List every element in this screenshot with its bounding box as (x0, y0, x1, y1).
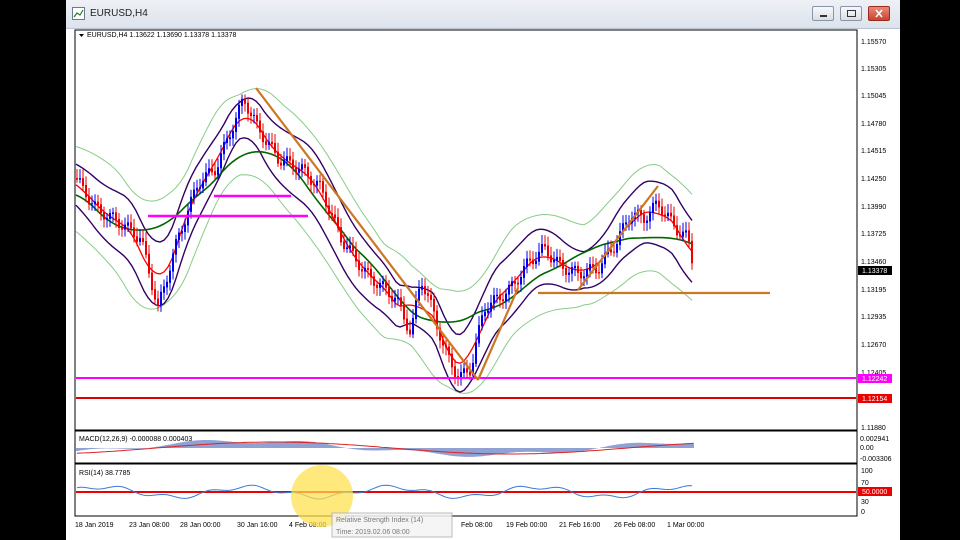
chart-area[interactable]: EURUSD,H4 1.13622 1.13690 1.13378 1.1337… (66, 28, 900, 540)
current-price-label: 1.13378 (862, 268, 887, 275)
main-header: EURUSD,H4 1.13622 1.13690 1.13378 1.1337… (87, 32, 237, 39)
price-axis: 1.15570 1.15305 1.15045 1.14780 1.14515 1.142… (861, 39, 886, 432)
price-tick-label: 1.14250 (861, 176, 886, 183)
close-button[interactable] (868, 6, 890, 21)
macd-header: MACD(12,26,9) -0.000088 0.000403 (79, 436, 192, 443)
macd-tick-label: 0.002941 (860, 436, 889, 443)
price-tick-label: 1.11880 (861, 425, 886, 432)
time-tick-label: 28 Jan 00:00 (180, 522, 221, 529)
title-bar[interactable]: EURUSD,H4 (66, 0, 900, 29)
magenta-level-label: 1.12242 (862, 376, 887, 383)
time-tick-label: 19 Feb 00:00 (506, 522, 547, 529)
rsi-panel[interactable] (74, 463, 858, 517)
rsi-tick-label: 0 (861, 509, 865, 516)
macd-tick-label: 0.00 (860, 445, 874, 452)
price-tick-label: 1.13195 (861, 287, 886, 294)
rsi-level-label: 50.0000 (862, 489, 887, 496)
time-tick-label: 1 Mar 00:00 (667, 522, 704, 529)
window-title: EURUSD,H4 (90, 8, 148, 19)
close-icon (875, 9, 883, 18)
time-tick-label: 26 Feb 08:00 (614, 522, 655, 529)
price-tick-label: 1.14780 (861, 121, 886, 128)
time-tick-label: 23 Jan 08:00 (129, 522, 170, 529)
time-tick-label: Feb 08:00 (461, 522, 493, 529)
rsi-header: RSI(14) 38.7785 (79, 470, 130, 477)
price-tick-label: 1.13990 (861, 204, 886, 211)
price-tick-label: 1.13460 (861, 259, 886, 266)
price-tick-label: 1.12670 (861, 342, 886, 349)
price-tick-label: 1.13725 (861, 231, 886, 238)
price-tick-label: 1.15570 (861, 39, 886, 46)
rsi-tick-label: 100 (861, 468, 873, 475)
macd-tick-label: -0.003306 (860, 456, 892, 463)
minimize-icon (820, 15, 827, 17)
price-tick-label: 1.12935 (861, 314, 886, 321)
chart-window: EURUSD,H4 EURUSD,H4 1.13622 1.13690 1.13… (66, 0, 900, 540)
rsi-tick-label: 30 (861, 499, 869, 506)
rsi-tick-label: 70 (861, 480, 869, 487)
time-tick-label: 21 Feb 16:00 (559, 522, 600, 529)
price-tick-label: 1.15045 (861, 93, 886, 100)
chart-window-icon (72, 7, 85, 20)
price-tick-label: 1.14515 (861, 148, 886, 155)
red-level-label: 1.12154 (862, 396, 887, 403)
tooltip-time: Time: 2019.02.06 08:00 (336, 529, 410, 536)
time-tick-label: 30 Jan 16:00 (237, 522, 278, 529)
minimize-button[interactable] (812, 6, 834, 21)
tooltip-title: Relative Strength Index (14) (336, 517, 423, 524)
time-tick-label: 18 Jan 2019 (75, 522, 114, 529)
price-tick-label: 1.15305 (861, 66, 886, 73)
macd-axis: 0.002941 0.00 -0.003306 (860, 436, 892, 463)
maximize-button[interactable] (840, 6, 862, 21)
macd-panel[interactable] (74, 430, 858, 464)
maximize-icon (847, 10, 856, 17)
